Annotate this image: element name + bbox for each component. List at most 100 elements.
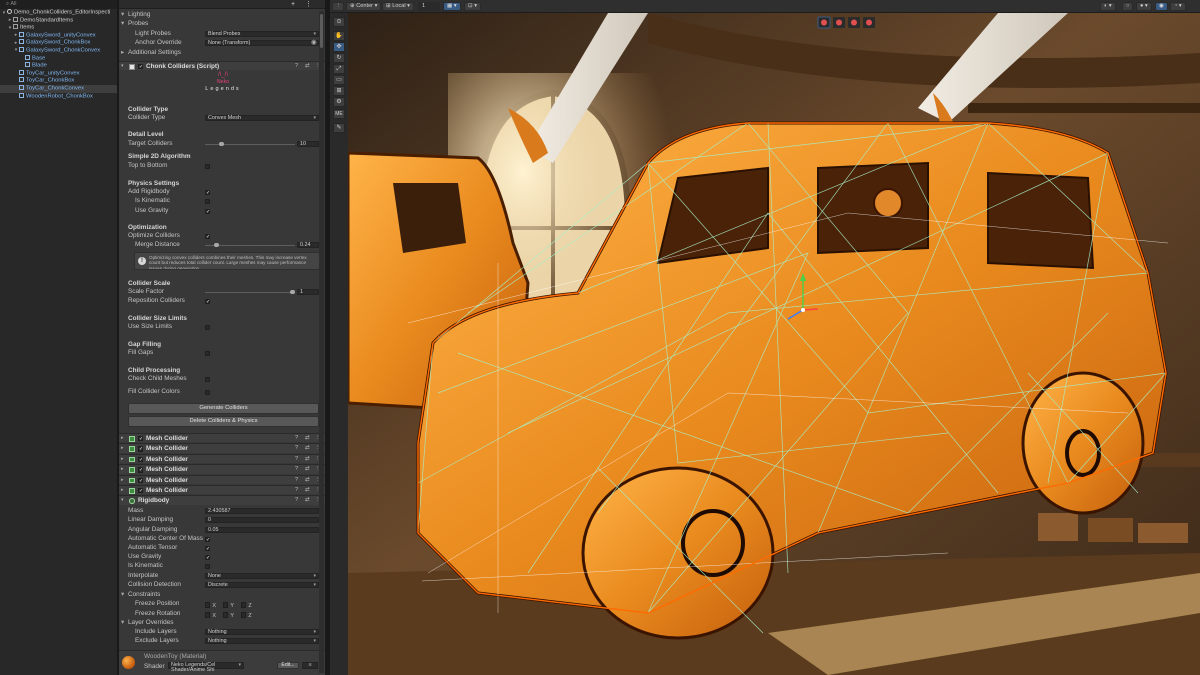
help-icon[interactable]: ?: [295, 444, 298, 453]
mesh-collider-component-header[interactable]: ▸ ✓ Mesh Collider? ⇄ ⋮: [119, 443, 325, 453]
merge-distance-field[interactable]: 0.24: [297, 241, 319, 249]
shader-menu-button[interactable]: ≡: [302, 662, 318, 669]
scene-viewport[interactable]: [348, 13, 1200, 675]
chevron-down-icon[interactable]: ▾: [121, 496, 124, 505]
hierarchy-item[interactable]: Base: [0, 54, 117, 63]
lighting-toggle-icon[interactable]: ○: [1122, 2, 1134, 11]
scrollbar-thumb[interactable]: [320, 14, 323, 48]
view-tool-icon[interactable]: ⊙: [333, 17, 345, 27]
layer-overrides-foldout[interactable]: ▾ Layer Overrides: [119, 619, 325, 627]
shader-dropdown[interactable]: Neko Legends/Cel Shader/Anime Shi: [168, 662, 244, 673]
component-enabled-checkbox[interactable]: ✓: [138, 436, 144, 442]
shader-edit-button[interactable]: Edit...: [277, 662, 299, 669]
chevron-right-icon[interactable]: ▸: [121, 434, 124, 443]
delete-colliders-button[interactable]: Delete Colliders & Physics: [128, 416, 319, 427]
custom-tool-icon[interactable]: ⚙: [333, 97, 345, 107]
hierarchy-item[interactable]: ▸ GalaxySword_ChonkBox: [0, 39, 117, 47]
visibility-icon[interactable]: ◐ ▾: [1100, 2, 1116, 11]
rigidbody-component-header[interactable]: ▾ Rigidbody? ⇄ ⋮: [119, 495, 325, 505]
pen-tool-icon[interactable]: ✎: [333, 123, 345, 133]
freeze-position-x[interactable]: X: [205, 602, 216, 610]
preset-icon[interactable]: ⇄: [305, 496, 310, 505]
chevron-right-icon[interactable]: ▸: [121, 444, 124, 453]
angular-damping-field[interactable]: 0.05: [205, 526, 319, 534]
help-icon[interactable]: ?: [295, 455, 298, 464]
help-icon[interactable]: ?: [295, 476, 298, 485]
exclude-layers-dropdown[interactable]: Nothing: [205, 637, 319, 645]
constraints-foldout[interactable]: ▾ Constraints: [119, 591, 325, 599]
component-enabled-checkbox[interactable]: ✓: [138, 446, 144, 452]
grid-snap-icon[interactable]: ▦ ▾: [443, 2, 461, 11]
merge-distance-slider[interactable]: [205, 244, 295, 246]
increment-snap-icon[interactable]: ⊡ ▾: [464, 2, 482, 11]
scene-root[interactable]: ▾ Demo_ChonkColliders_EditorInspecti: [0, 9, 117, 17]
hierarchy-item-selected[interactable]: ToyCar_ChonkConvex: [0, 84, 117, 93]
view-options-icon[interactable]: ⋮: [332, 2, 344, 11]
reposition-colliders-checkbox[interactable]: ✓: [205, 298, 211, 304]
rb-is-kinematic-checkbox[interactable]: [205, 563, 211, 569]
interpolate-dropdown[interactable]: None: [205, 572, 319, 580]
freeze-position-y[interactable]: Y: [223, 602, 234, 610]
mesh-collider-component-header[interactable]: ▸ ✓ Mesh Collider? ⇄ ⋮: [119, 485, 325, 495]
snap-value-field[interactable]: 1: [418, 2, 440, 11]
component-enabled-checkbox[interactable]: ✓: [138, 488, 144, 494]
hierarchy-item[interactable]: ▾ GalaxySword_ChonkConvex: [0, 46, 117, 55]
preset-icon[interactable]: ⇄: [305, 62, 310, 71]
linear-damping-field[interactable]: 0: [205, 516, 319, 524]
collider-type-dropdown[interactable]: Convex Mesh: [205, 114, 319, 122]
slider-knob[interactable]: [290, 289, 295, 294]
shading-mode-icon[interactable]: ◉: [1155, 2, 1168, 11]
light-probes-dropdown[interactable]: Blend Probes: [205, 30, 319, 38]
more-icon[interactable]: ⋮: [305, 1, 312, 8]
component-enabled-checkbox[interactable]: ✓: [138, 467, 144, 473]
generate-colliders-button[interactable]: Generate Colliders: [128, 403, 319, 414]
anchor-override-field[interactable]: None (Transform): [205, 39, 319, 47]
optimize-colliders-checkbox[interactable]: ✓: [205, 233, 211, 239]
mesh-collider-component-header[interactable]: ▸ ✓ Mesh Collider? ⇄ ⋮: [119, 433, 325, 443]
chevron-right-icon[interactable]: ▸: [121, 476, 124, 485]
include-layers-dropdown[interactable]: Nothing: [205, 628, 319, 636]
mesh-collider-component-header[interactable]: ▸ ✓ Mesh Collider? ⇄ ⋮: [119, 464, 325, 474]
rotate-tool-icon[interactable]: ↻: [333, 53, 345, 63]
hierarchy-item[interactable]: ToyCar_ChonkBox: [0, 77, 117, 85]
help-icon[interactable]: ?: [295, 496, 298, 505]
scale-factor-field[interactable]: 1: [297, 288, 319, 296]
pivot-dropdown[interactable]: ⊕ Center ▾: [346, 2, 382, 11]
check-child-meshes-checkbox[interactable]: [205, 376, 211, 382]
top-to-bottom-checkbox[interactable]: [205, 163, 211, 169]
scale-tool-icon[interactable]: ⤢: [333, 64, 345, 74]
target-icon[interactable]: ◉: [311, 39, 317, 47]
component-enabled-checkbox[interactable]: ✓: [138, 456, 144, 462]
collision-detection-dropdown[interactable]: Discrete: [205, 581, 319, 589]
rect-tool-icon[interactable]: ▭: [333, 75, 345, 85]
hierarchy-item[interactable]: ▸ DemoStandardItems: [0, 16, 117, 25]
hierarchy-search[interactable]: ⌕ All: [0, 0, 117, 9]
auto-tensor-checkbox[interactable]: ✓: [205, 545, 211, 551]
component-enabled-checkbox[interactable]: ✓: [138, 64, 144, 70]
move-tool-icon[interactable]: ✥: [333, 42, 345, 52]
help-icon[interactable]: ?: [295, 62, 298, 71]
add-icon[interactable]: +: [291, 1, 295, 8]
gizmo-x-axis[interactable]: [802, 308, 819, 311]
hand-tool-icon[interactable]: ✋: [333, 31, 345, 41]
render-mode-icon[interactable]: ◔ ▾: [1170, 2, 1186, 11]
gizmos-icon[interactable]: ● ▾: [1136, 2, 1152, 11]
help-icon[interactable]: ?: [295, 486, 298, 495]
freeze-position-z[interactable]: Z: [241, 602, 252, 610]
slider-knob[interactable]: [214, 242, 219, 247]
space-dropdown[interactable]: ⊞ Local ▾: [382, 2, 414, 11]
target-colliders-field[interactable]: 10: [297, 140, 319, 148]
hierarchy-item[interactable]: WoodenRobot_ChonkBox: [0, 92, 117, 101]
scale-factor-slider[interactable]: [205, 291, 295, 293]
chevron-down-icon[interactable]: ▾: [121, 62, 124, 71]
help-icon[interactable]: ?: [295, 434, 298, 443]
mesh-collider-component-header[interactable]: ▸ ✓ Mesh Collider? ⇄ ⋮: [119, 474, 325, 485]
chevron-right-icon[interactable]: ▸: [121, 455, 124, 464]
auto-center-checkbox[interactable]: ✓: [205, 536, 211, 542]
me-tool-button[interactable]: ME: [333, 109, 345, 119]
lighting-foldout[interactable]: ▾ Lighting: [119, 11, 325, 19]
help-icon[interactable]: ?: [295, 465, 298, 474]
chevron-right-icon[interactable]: ▸: [121, 486, 124, 495]
preset-icon[interactable]: ⇄: [305, 455, 310, 464]
hierarchy-item[interactable]: ▾ Items: [0, 24, 117, 32]
